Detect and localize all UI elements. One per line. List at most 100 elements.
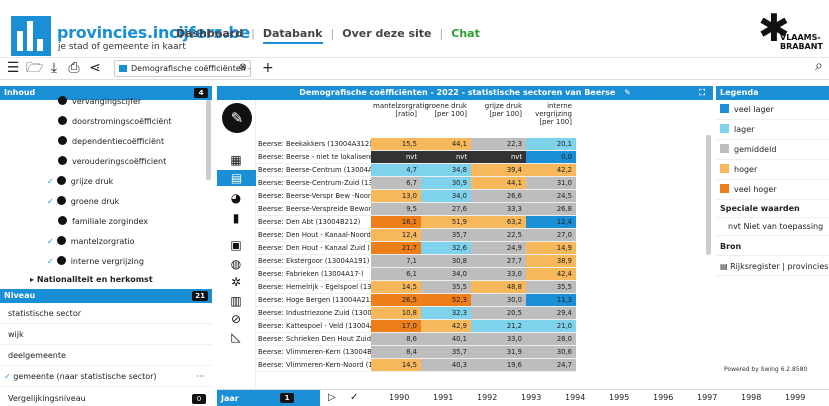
inhoud-item[interactable]: ✓ interne vergrijzing [0, 252, 212, 272]
table-row[interactable]: Beerse: Beerse-Centrum-Zuid (13004...6,7… [256, 177, 576, 190]
legend-item[interactable]: veel lager [716, 100, 829, 120]
table-cell: 8,6 [371, 333, 421, 345]
table-row[interactable]: Beerse: Beerse-Centrum (13004A001)4,734,… [256, 164, 576, 177]
table-cell: 35,7 [421, 229, 471, 241]
year-item[interactable]: 1999 [785, 393, 805, 402]
nav-dashboard[interactable]: Dashboard [176, 27, 243, 40]
nav-over-deze-site[interactable]: Over deze site [342, 27, 431, 40]
inhoud-item[interactable]: ✓ mantelzorgratio [0, 232, 212, 252]
source-item[interactable]: ▤ Rijksregister | provincies.incijfers.b… [716, 258, 829, 276]
table-row[interactable]: Beerse: Fabrieken (13004A17-) 6,1 34,0 33,0… [256, 268, 576, 281]
table-row[interactable]: Beerse: Beerse-Verspr Bew -Noord-O...13,… [256, 190, 576, 203]
print-icon[interactable]: ⎙ [66, 60, 82, 76]
palette-icon[interactable]: ◍ [227, 256, 245, 272]
table-row[interactable]: Beerse: Ekstergoor (13004A191) 7,1 30,8 27,… [256, 255, 576, 268]
add-tab-button[interactable]: + [262, 59, 274, 77]
legend-item[interactable]: lager [716, 120, 829, 140]
group-nationaliteit-en-herkomst[interactable]: ▸ Nationaliteit en herkomst [0, 270, 212, 290]
niveau-item[interactable]: deelgemeente [0, 345, 212, 366]
vergelijkingsniveau[interactable]: Vergelijkingsniveau 0 [0, 391, 212, 406]
scrollbar[interactable] [206, 100, 211, 180]
legend-header[interactable]: Legenda [716, 86, 829, 100]
fullscreen-icon[interactable]: ⛶ [699, 86, 705, 100]
table-small-icon[interactable]: ▥ [227, 293, 245, 309]
inhoud-item[interactable]: doorstromingscoëfficiënt [0, 112, 212, 132]
column-header-mantelzorgratio[interactable]: mantelzorgratio [ratio] [371, 100, 429, 142]
close-icon[interactable]: ⊗ [239, 61, 247, 75]
year-item[interactable]: 1990 [389, 393, 409, 402]
table-row[interactable]: Beerse: Schrieken Den Hout Zuid (13...8,… [256, 333, 576, 346]
grid-view-icon[interactable]: ▤ [217, 170, 256, 186]
column-header-groene-druk[interactable]: groene druk [per 100] [421, 100, 471, 142]
nav-chat[interactable]: Chat [451, 27, 480, 40]
table-cell: 17,0 [371, 320, 421, 332]
legend-item[interactable]: hoger [716, 160, 829, 180]
globe-icon[interactable]: ◕ [227, 190, 245, 206]
table-row[interactable]: Beerse: Vlimmeren-Kern-Noord (130...14,5… [256, 359, 576, 372]
pencil-icon[interactable]: ✎ [222, 103, 252, 133]
niveau-title: Niveau [4, 291, 36, 300]
table-view-icon[interactable]: ▦ [227, 152, 245, 168]
table-row[interactable]: Beerse: Hoge Bergen (13004A212) 26,5 52,3 3… [256, 294, 576, 307]
year-item[interactable]: 1998 [741, 393, 761, 402]
inhoud-item[interactable]: vervangingscijfer [0, 92, 212, 112]
search-icon[interactable]: ⌕ [815, 58, 823, 74]
calendar-icon[interactable]: ▣ [227, 237, 245, 253]
inhoud-item[interactable]: verouderingscoëfficient [0, 152, 212, 172]
tab-label: Demografische coëfficiënten - 20 [131, 64, 251, 73]
column-header-grijze-druk[interactable]: grijze druk [per 100] [471, 100, 526, 142]
table-row[interactable]: Beerse: Industriezone Zuid (13004A0...10… [256, 307, 576, 320]
triangle-ruler-icon[interactable]: ◺ [227, 329, 245, 345]
inhoud-item-label: dependentiecoëfficiënt [72, 137, 165, 146]
inhoud-item[interactable]: dependentiecoëfficiënt [0, 132, 212, 152]
legend-item[interactable]: veel hoger [716, 180, 829, 200]
niveau-item[interactable]: ✓ ··· gemeente (naar statistische sector) [0, 366, 212, 387]
check-icon[interactable]: ✓ [350, 391, 358, 405]
table-cell: 34,0 [421, 190, 471, 202]
inhoud-item-label: mantelzorgratio [70, 237, 135, 246]
nav-databank[interactable]: Databank [262, 27, 323, 44]
row-label: Beerse: Den Hout - Kanaal-Noord (13... [258, 231, 371, 239]
year-item[interactable]: 1996 [653, 393, 673, 402]
more-icon[interactable]: ··· [196, 366, 204, 387]
folder-open-icon[interactable]: 🗁 [26, 60, 43, 76]
indicator-icon [56, 236, 66, 245]
year-item[interactable]: 1995 [609, 393, 629, 402]
table-row[interactable]: Beerse: Beerse - niet te lokaliseren (1.… [256, 151, 576, 164]
inhoud-item[interactable]: ✓ grijze druk [0, 172, 212, 192]
logo-icon[interactable] [11, 16, 51, 56]
play-icon[interactable]: ▷ [328, 391, 336, 405]
bar-chart-icon[interactable]: ▮ [227, 210, 245, 226]
table-row[interactable]: Beerse: Den Hout - Kanaal-Noord (13...12… [256, 229, 576, 242]
table-cell: nvt [371, 151, 421, 163]
year-header[interactable]: Jaar 1 [217, 390, 320, 406]
year-item[interactable]: 1994 [565, 393, 585, 402]
niveau-header[interactable]: Niveau 21 [0, 289, 212, 303]
table-scrollbar[interactable] [706, 135, 711, 255]
edit-title-icon[interactable]: ✎ [624, 88, 631, 97]
table-row[interactable]: Beerse: Den Abt (13004B212) 16,1 51,9 63,2 1… [256, 216, 576, 229]
column-header-interne-vergrijzing[interactable]: interne vergrijzing [per 100] [526, 100, 576, 142]
table-row[interactable]: Beerse: Den Hout - Kanaal Zuid (130...21… [256, 242, 576, 255]
menu-icon[interactable]: ☰ [5, 60, 21, 76]
table-row[interactable]: Beerse: Vlimmeren-Kern (13004B001)8,435,… [256, 346, 576, 359]
hide-icon[interactable]: ⊘ [227, 311, 245, 327]
table-row[interactable]: Beerse: Hemelrijk - Egelspoel (13004...1… [256, 281, 576, 294]
table-cell: 15,5 [371, 138, 421, 150]
niveau-item[interactable]: wijk [0, 324, 212, 345]
inhoud-item[interactable]: familiale zorgindex [0, 212, 212, 232]
table-row[interactable]: Beerse: Kattespoel - Veld (13004A010)17,… [256, 320, 576, 333]
year-item[interactable]: 1991 [433, 393, 453, 402]
download-icon[interactable]: ⤓ [46, 60, 62, 76]
tab-demografische-coefficienten[interactable]: Demografische coëfficiënten - 20 ⊗ [114, 60, 251, 77]
share-icon[interactable]: ⋖ [87, 60, 103, 76]
year-item[interactable]: 1993 [521, 393, 541, 402]
legend-item[interactable]: gemiddeld [716, 140, 829, 160]
table-row[interactable]: Beerse: Beerse-Verspreide Bewoning ...9,… [256, 203, 576, 216]
niveau-item[interactable]: statistische sector [0, 303, 212, 324]
table-row[interactable]: Beerse: Beekakkers (13004A312) 15,5 44,1 22… [256, 138, 576, 151]
inhoud-item[interactable]: ✓ groene druk [0, 192, 212, 212]
year-item[interactable]: 1997 [697, 393, 717, 402]
settings-icon[interactable]: ✲ [227, 274, 245, 290]
year-item[interactable]: 1992 [477, 393, 497, 402]
